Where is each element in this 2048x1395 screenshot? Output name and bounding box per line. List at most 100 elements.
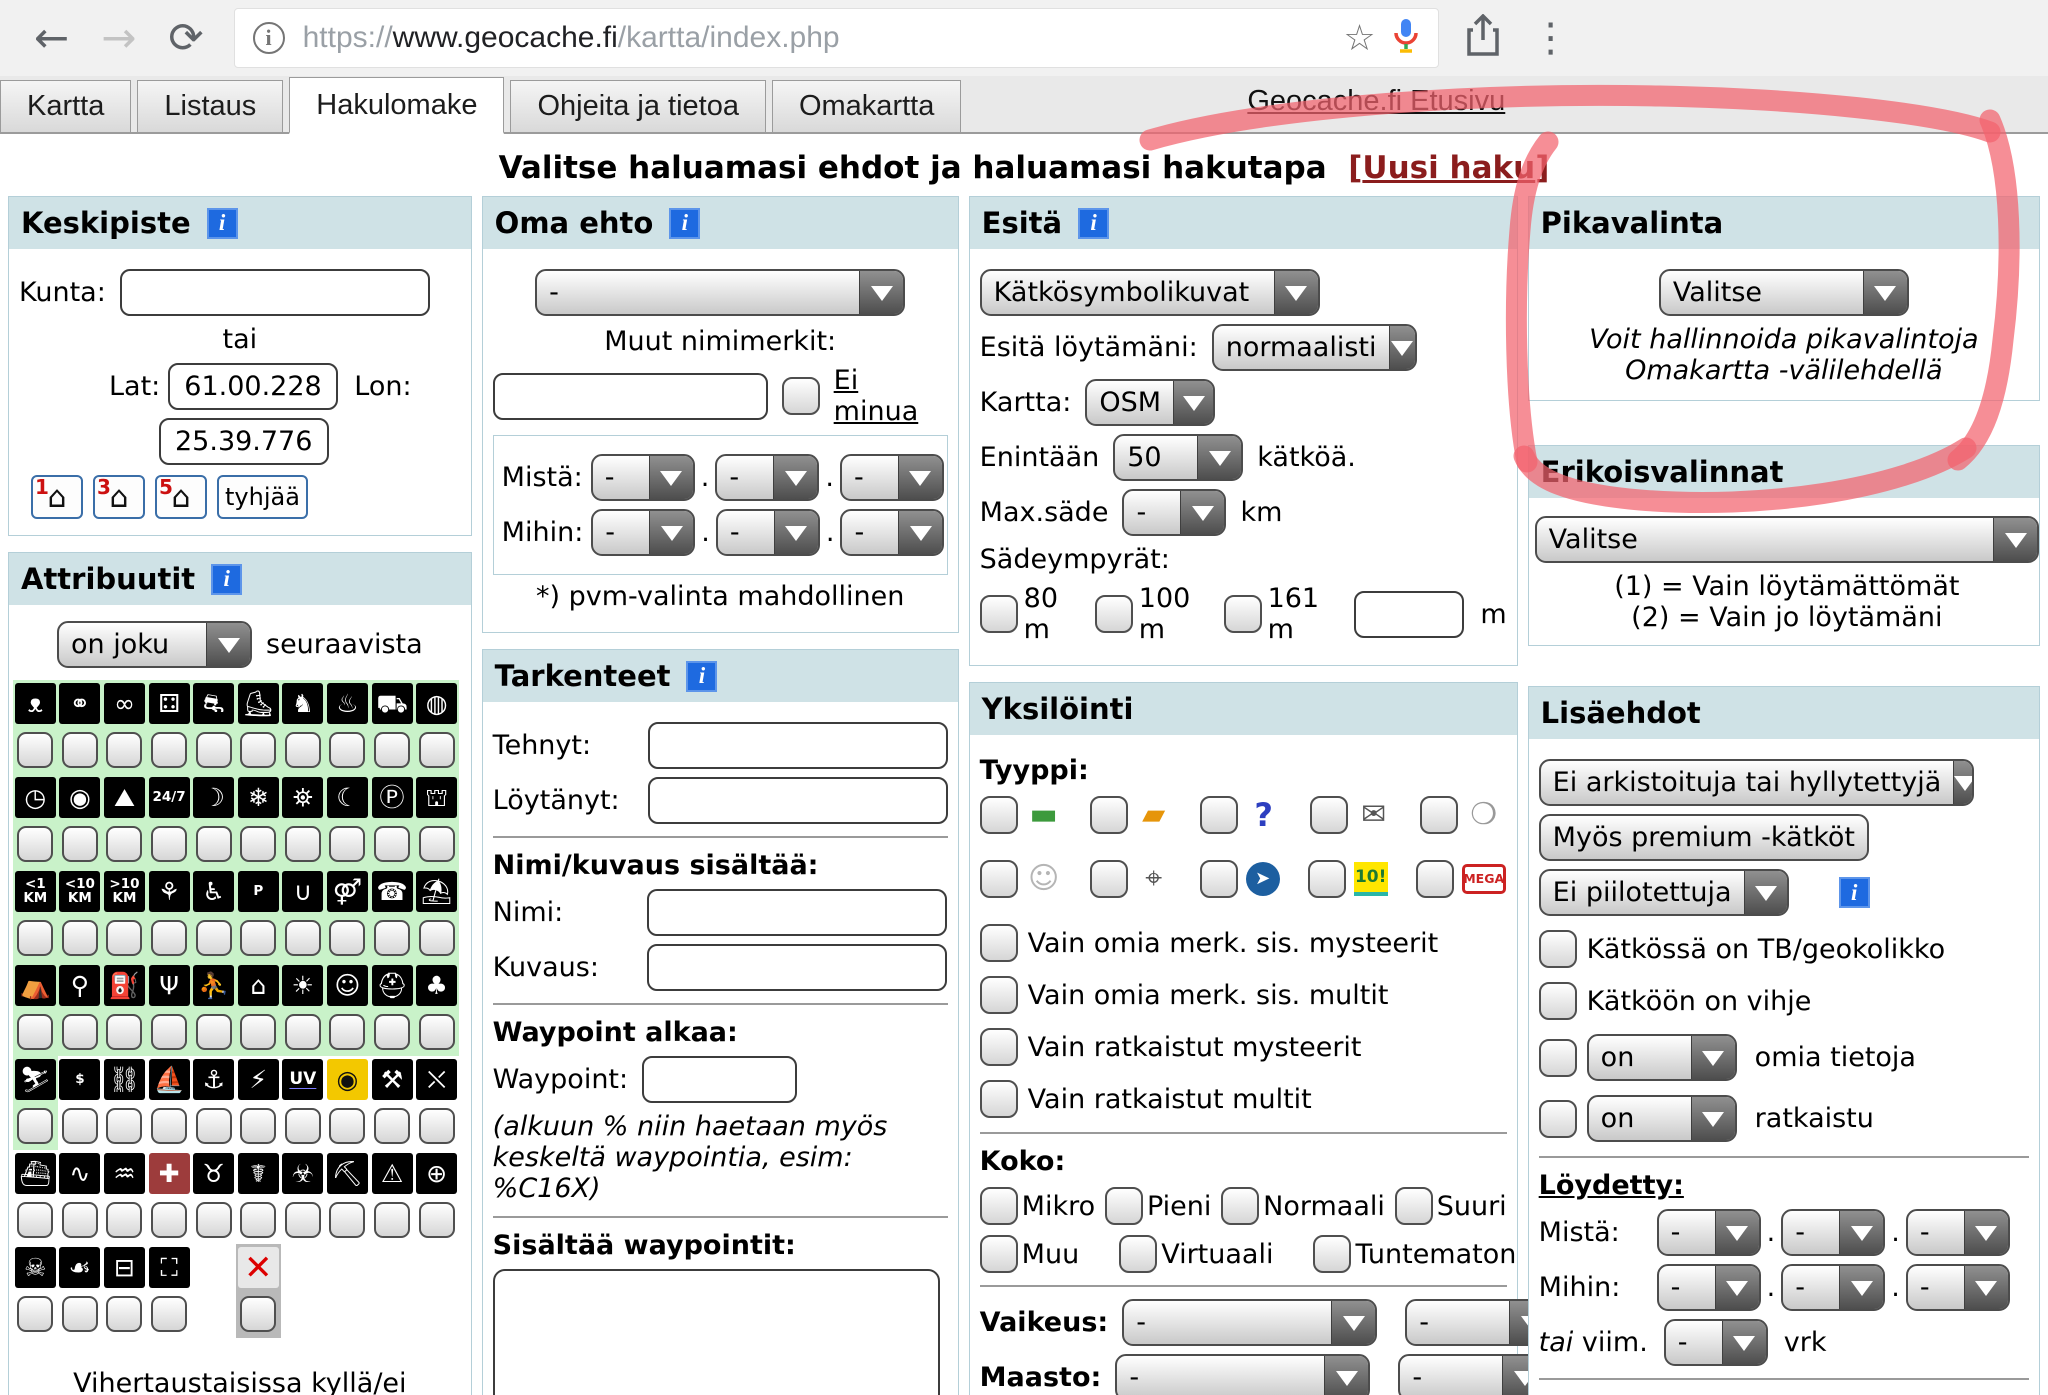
attribute-checkbox[interactable] <box>329 826 365 862</box>
attribute-checkbox[interactable] <box>285 920 321 956</box>
attribute-icon[interactable]: ⛹ <box>193 965 234 1006</box>
enintaan-select[interactable]: 50 <box>1113 434 1243 481</box>
type-option-checkbox[interactable] <box>980 1028 1018 1066</box>
attribute-checkbox[interactable] <box>240 1014 276 1050</box>
cache-type-checkbox[interactable] <box>1420 796 1458 834</box>
ei-minua-checkbox[interactable] <box>782 377 820 415</box>
cache-type-checkbox[interactable] <box>1200 860 1238 898</box>
maasto-select-1[interactable]: - <box>1115 1354 1370 1395</box>
date-select[interactable]: - <box>1781 1264 1885 1311</box>
cache-type-checkbox[interactable] <box>1200 796 1238 834</box>
attribute-checkbox[interactable] <box>151 1296 187 1332</box>
ratkaistu-checkbox[interactable] <box>1539 1100 1577 1138</box>
site-tab[interactable]: Listaus <box>137 80 283 132</box>
attribute-checkbox[interactable] <box>106 1014 142 1050</box>
attribute-checkbox[interactable] <box>419 920 455 956</box>
home-coords-button[interactable]: 5⌂ <box>155 475 207 519</box>
attribute-icon[interactable]: >10 KM <box>104 871 145 912</box>
page-info-icon[interactable]: i <box>253 22 285 54</box>
attribute-icon[interactable]: ⚭ <box>59 683 100 724</box>
arkistoidut-select[interactable]: Ei arkistoituja tai hyllytettyjä <box>1539 759 1974 806</box>
attribute-checkbox[interactable] <box>62 1014 98 1050</box>
attribute-checkbox[interactable] <box>62 1296 98 1332</box>
attribute-icon[interactable]: ⛸ <box>238 683 279 724</box>
attribute-checkbox[interactable] <box>329 1014 365 1050</box>
share-icon[interactable] <box>1465 14 1501 62</box>
type-option-checkbox[interactable] <box>980 976 1018 1014</box>
attribute-checkbox[interactable] <box>374 1014 410 1050</box>
attribute-icon[interactable]: ♿ <box>193 871 234 912</box>
attribute-icon[interactable]: ⛑ <box>372 965 413 1006</box>
geocache-etusivu-link[interactable]: Geocache.fi Etusivu <box>1247 85 1505 118</box>
attribute-icon[interactable]: ∪ <box>282 871 323 912</box>
attribute-checkbox[interactable] <box>240 732 276 768</box>
attribute-icon[interactable]: ✕ <box>238 1247 279 1288</box>
piilotetut-select[interactable]: Ei piilotettuja <box>1539 869 1789 916</box>
home-coords-button[interactable]: 1⌂ <box>31 475 83 519</box>
attribute-checkbox[interactable] <box>17 1014 53 1050</box>
attribute-checkbox[interactable] <box>17 826 53 862</box>
kunta-input[interactable] <box>120 269 430 316</box>
info-icon[interactable]: i <box>669 208 700 239</box>
attribute-checkbox[interactable] <box>106 1108 142 1144</box>
size-checkbox[interactable] <box>980 1235 1018 1273</box>
omia-tietoja-select[interactable]: on <box>1587 1034 1737 1081</box>
info-icon[interactable]: i <box>686 661 717 692</box>
maasto-select-2[interactable]: - <box>1398 1354 1548 1395</box>
attribute-checkbox[interactable] <box>17 732 53 768</box>
clear-coords-button[interactable]: tyhjää <box>217 475 308 519</box>
attribute-icon[interactable]: ⛱ <box>416 871 457 912</box>
cache-type-checkbox[interactable] <box>980 860 1018 898</box>
attribute-checkbox[interactable] <box>285 732 321 768</box>
lat-input[interactable]: 61.00.228 <box>168 363 338 410</box>
attribute-icon[interactable]: ☾ <box>327 777 368 818</box>
site-tab[interactable]: Omakartta <box>772 80 961 132</box>
browser-menu-icon[interactable]: ⋮ <box>1531 15 1571 61</box>
attribute-checkbox[interactable] <box>17 1296 53 1332</box>
attribute-checkbox[interactable] <box>62 920 98 956</box>
date-select[interactable]: - <box>1906 1264 2010 1311</box>
kartta-select[interactable]: OSM <box>1085 379 1215 426</box>
cache-type-checkbox[interactable] <box>1310 796 1348 834</box>
attribute-icon[interactable]: ☽ <box>193 777 234 818</box>
attribute-icon[interactable]: ♣ <box>416 965 457 1006</box>
oma-ehto-select[interactable]: - <box>535 269 905 316</box>
attribute-icon[interactable]: ☤ <box>238 1153 279 1194</box>
attribute-icon[interactable]: ⛺ <box>15 965 56 1006</box>
attribute-checkbox[interactable] <box>106 1296 142 1332</box>
attribute-icon[interactable]: ☺ <box>327 965 368 1006</box>
attribute-checkbox[interactable] <box>374 732 410 768</box>
info-icon[interactable]: i <box>211 564 242 595</box>
attribute-icon[interactable]: ◷ <box>15 777 56 818</box>
attribute-checkbox[interactable] <box>151 1014 187 1050</box>
attribute-icon[interactable]: ◍ <box>416 683 457 724</box>
attribute-icon[interactable]: ⛶ <box>149 1247 190 1288</box>
attribute-icon[interactable]: ⛯ <box>282 777 323 818</box>
attribute-icon[interactable]: ⚲ <box>59 965 100 1006</box>
size-checkbox[interactable] <box>1395 1187 1433 1225</box>
tb-checkbox[interactable] <box>1539 930 1577 968</box>
attribute-checkbox[interactable] <box>62 1108 98 1144</box>
attribute-checkbox[interactable] <box>196 1202 232 1238</box>
size-checkbox[interactable] <box>1221 1187 1259 1225</box>
date-select[interactable]: - <box>715 454 819 501</box>
attribute-checkbox[interactable] <box>106 826 142 862</box>
kuvaus-input[interactable] <box>647 944 947 991</box>
vaikeus-select-1[interactable]: - <box>1122 1299 1377 1346</box>
info-icon[interactable]: i <box>1078 208 1109 239</box>
size-checkbox[interactable] <box>1119 1235 1157 1273</box>
attribute-checkbox[interactable] <box>419 826 455 862</box>
voice-search-icon[interactable] <box>1392 16 1420 61</box>
attribute-checkbox[interactable] <box>106 732 142 768</box>
attribute-icon[interactable]: ⚓ <box>193 1059 234 1100</box>
attribute-icon[interactable]: ⛟ <box>372 683 413 724</box>
katkosymbolit-select[interactable]: Kätkösymbolikuvat <box>980 269 1320 316</box>
attribute-checkbox[interactable] <box>240 1202 276 1238</box>
attribute-mode-select[interactable]: on joku <box>57 621 252 668</box>
cache-type-checkbox[interactable] <box>1090 796 1128 834</box>
attribute-checkbox[interactable] <box>240 1108 276 1144</box>
date-select[interactable]: - <box>1906 1209 2010 1256</box>
type-option-checkbox[interactable] <box>980 1080 1018 1118</box>
date-select[interactable]: - <box>1781 1209 1885 1256</box>
attribute-checkbox[interactable] <box>17 920 53 956</box>
